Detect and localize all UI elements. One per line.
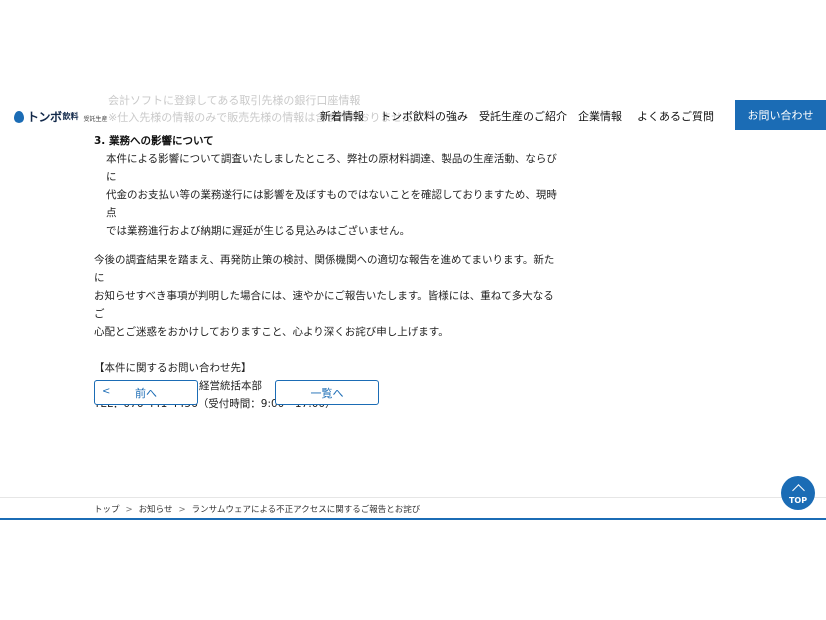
article-body: 3. 業務への影響について 本件による影響について調査いたしましたところ、弊社の… [94,130,564,413]
contact-heading: 【本件に関するお問い合わせ先】 [94,362,252,374]
text-line: 心配とご迷惑をおかけしておりますこと、心より深くお詫び申し上げます。 [94,326,449,338]
breadcrumb-item-top[interactable]: トップ [94,505,120,515]
scroll-to-top-button[interactable]: TOP [781,476,815,510]
nav-item-oem-production[interactable]: 受託生産のご紹介 [479,108,567,124]
logo-brand: トンボ [27,109,62,124]
site-logo[interactable]: トンボ 飲料 受託生産 [14,107,108,125]
breadcrumb: トップ > お知らせ > ランサムウェアによる不正アクセスに関するご報告とお詫び [94,503,420,515]
section-body: 本件による影響について調査いたしましたところ、弊社の原材料調達、製品の生産活動、… [94,150,564,240]
prev-button[interactable]: < 前へ [94,380,198,405]
page: 会計ソフトに登録してある取引先様の銀行口座情報 ※仕入先様の情報のみで販売先様の… [0,0,826,620]
text-line: では業務進行および納期に遅延が生じる見込みはございません。 [106,225,411,237]
text-line: 代金のお支払い等の業務遂行には影響を及ぼすものではないことを確認しておりますため… [106,189,557,219]
chevron-right-icon: > [125,505,133,515]
text-line: 今後の調査結果を踏まえ、再発防止策の検討、関係機関への適切な報告を進めてまいりま… [94,254,555,284]
nav-item-company[interactable]: 企業情報 [578,108,622,124]
chevron-right-icon: > [178,505,186,515]
nav-item-news[interactable]: 新着情報 [320,108,364,124]
breadcrumb-item-news[interactable]: お知らせ [139,505,173,515]
back-to-list-button[interactable]: 一覧へ [275,380,379,405]
breadcrumb-item-current: ランサムウェアによる不正アクセスに関するご報告とお詫び [191,505,421,515]
nav-item-faq[interactable]: よくあるご質問 [637,108,714,124]
logo-subtitle: 受託生産 [83,115,108,123]
water-drop-icon [14,111,24,123]
nav-item-strengths[interactable]: トンボ飲料の強み [380,108,468,124]
text-line: 本件による影響について調査いたしましたところ、弊社の原材料調達、製品の生産活動、… [106,153,557,183]
list-label: 一覧へ [310,386,344,400]
section-heading: 3. 業務への影響について [94,135,214,147]
site-header: トンボ 飲料 受託生産 新着情報 トンボ飲料の強み 受託生産のご紹介 企業情報 … [0,100,826,130]
chevron-up-icon [791,483,805,497]
prev-label: 前へ [135,386,157,400]
text-line: お知らせすべき事項が判明した場合には、速やかにご報告いたします。皆様には、重ねて… [94,290,554,320]
chevron-left-icon: < [102,386,111,397]
contact-button[interactable]: お問い合わせ [735,100,826,130]
logo-brand-suffix: 飲料 [62,111,79,121]
closing-paragraph: 今後の調査結果を踏まえ、再発防止策の検討、関係機関への適切な報告を進めてまいりま… [94,251,564,341]
breadcrumb-bar: トップ > お知らせ > ランサムウェアによる不正アクセスに関するご報告とお詫び [0,497,826,520]
